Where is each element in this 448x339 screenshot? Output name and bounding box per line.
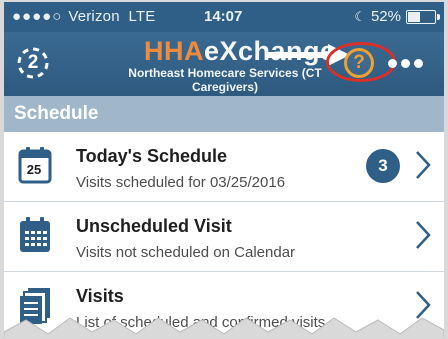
- status-time: 14:07: [204, 8, 243, 25]
- accounts-count: 2: [27, 52, 39, 73]
- list-item-todays-schedule[interactable]: 25 Today's Schedule Visits scheduled for…: [4, 132, 444, 202]
- schedule-list: 25 Today's Schedule Visits scheduled for…: [4, 132, 444, 337]
- battery-area: ☾ 52%: [354, 8, 440, 25]
- item-title: Today's Schedule: [76, 146, 227, 166]
- battery-icon: [406, 9, 440, 24]
- more-options-icon[interactable]: [388, 59, 423, 68]
- section-title: Schedule: [14, 103, 99, 124]
- chevron-right-icon: [416, 291, 431, 319]
- item-subtitle: List of scheduled and confirmed visits: [76, 314, 326, 331]
- network-type: LTE: [128, 8, 156, 25]
- list-item-visits[interactable]: Visits List of scheduled and confirmed v…: [4, 272, 444, 337]
- do-not-disturb-icon: ☾: [354, 8, 366, 24]
- chevron-right-icon: [416, 221, 431, 249]
- item-subtitle: Visits not scheduled on Calendar: [76, 244, 296, 261]
- logo-hha: HHA: [144, 36, 204, 66]
- help-button[interactable]: ?: [344, 48, 374, 78]
- section-header: Schedule: [4, 96, 444, 132]
- agency-name: Northeast Homecare Services (CT Caregive…: [128, 66, 322, 94]
- status-bar: ●●●●○ Verizon LTE 14:07 ☾ 52%: [4, 2, 444, 32]
- chevron-right-icon: [416, 151, 431, 179]
- visit-count-badge: 3: [366, 149, 400, 183]
- calendar-grid-icon: [18, 216, 52, 259]
- app-logo: HHAeXchange: [144, 36, 336, 67]
- battery-fill: [408, 11, 420, 22]
- logo-exchange: eXchange: [204, 36, 336, 66]
- visits-list-icon: [18, 286, 52, 331]
- calendar-today-icon: 25: [18, 146, 52, 189]
- item-subtitle: Visits scheduled for 03/25/2016: [76, 174, 286, 191]
- item-title: Visits: [76, 286, 124, 306]
- accounts-button[interactable]: 2: [16, 46, 50, 80]
- item-title: Unscheduled Visit: [76, 216, 232, 236]
- signal-dots-icon: ●●●●○: [12, 8, 63, 25]
- list-item-unscheduled-visit[interactable]: Unscheduled Visit Visits not scheduled o…: [4, 202, 444, 272]
- app-header: 2 HHAeXchange Northeast Homecare Service…: [4, 32, 444, 96]
- help-icon: ?: [353, 52, 365, 73]
- carrier-info: ●●●●○ Verizon LTE: [12, 8, 156, 25]
- battery-percent: 52%: [370, 8, 401, 25]
- carrier-name: Verizon: [68, 8, 120, 25]
- phone-screen: ●●●●○ Verizon LTE 14:07 ☾ 52% 2 HHAeXchan…: [4, 2, 444, 337]
- calendar-day-number: 25: [26, 162, 42, 177]
